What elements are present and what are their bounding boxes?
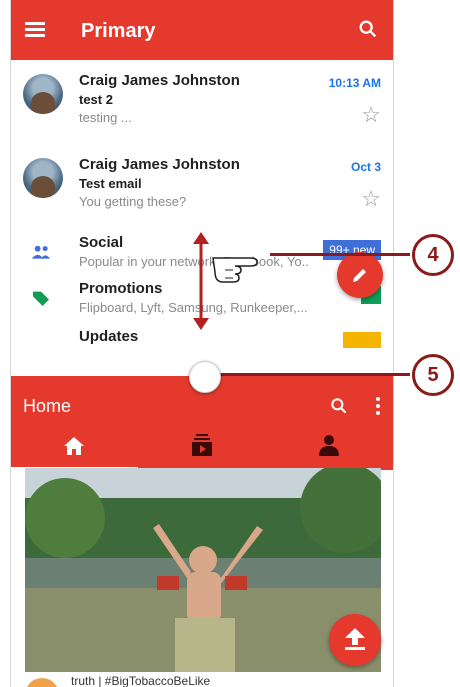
upload-button[interactable] [329, 614, 381, 666]
pencil-icon [353, 269, 366, 282]
category-name: Updates [79, 328, 139, 345]
category-name: Promotions [79, 280, 163, 297]
channel-avatar[interactable] [25, 678, 59, 687]
callout-5: 5 [412, 354, 454, 396]
menu-icon[interactable] [25, 20, 45, 40]
tab-home[interactable] [11, 424, 138, 470]
category-name: Social [79, 234, 124, 251]
star-icon[interactable]: ☆ [361, 186, 381, 212]
home-icon [64, 437, 84, 455]
email-snippet: testing ... [79, 110, 132, 125]
search-icon[interactable] [357, 18, 379, 40]
subscriptions-icon [192, 434, 212, 456]
callout-4: 4 [412, 234, 454, 276]
email-snippet: You getting these? [79, 194, 187, 209]
tab-account[interactable] [265, 424, 392, 470]
person-icon [319, 435, 339, 456]
avatar [23, 74, 63, 114]
tab-subscriptions[interactable] [138, 424, 265, 470]
gmail-app-bar: Primary [11, 0, 393, 60]
gmail-title: Primary [81, 20, 156, 42]
upload-icon [345, 628, 365, 650]
compose-button[interactable] [337, 252, 383, 298]
video-thumbnail[interactable] [25, 468, 381, 672]
email-subject: test 2 [79, 92, 113, 107]
avatar [23, 158, 63, 198]
email-sender: Craig James Johnston [79, 72, 240, 89]
pointing-hand-icon [212, 257, 258, 283]
new-count-badge [343, 332, 381, 348]
split-screen-handle[interactable] [189, 361, 221, 393]
star-icon[interactable]: ☆ [361, 102, 381, 128]
search-icon[interactable] [329, 396, 349, 416]
thumbnail-image [25, 468, 381, 672]
email-row[interactable]: Craig James Johnston test 2 testing ... … [11, 60, 393, 143]
callout-line [215, 373, 410, 376]
more-options-icon[interactable] [375, 396, 381, 416]
email-time: Oct 3 [350, 160, 381, 174]
email-sender: Craig James Johnston [79, 156, 240, 173]
next-video-title[interactable]: truth | #BigTobaccoBeLike [71, 674, 210, 687]
email-subject: Test email [79, 176, 142, 191]
tag-icon [33, 291, 49, 306]
people-icon [31, 245, 51, 259]
callout-line [270, 253, 410, 256]
youtube-title: Home [23, 396, 72, 416]
email-time: 10:13 AM [328, 76, 381, 90]
phone-screen: Primary Craig James Johnston test 2 test… [10, 0, 394, 687]
double-arrow-icon [193, 232, 209, 330]
email-row[interactable]: Craig James Johnston Test email You gett… [11, 142, 393, 231]
